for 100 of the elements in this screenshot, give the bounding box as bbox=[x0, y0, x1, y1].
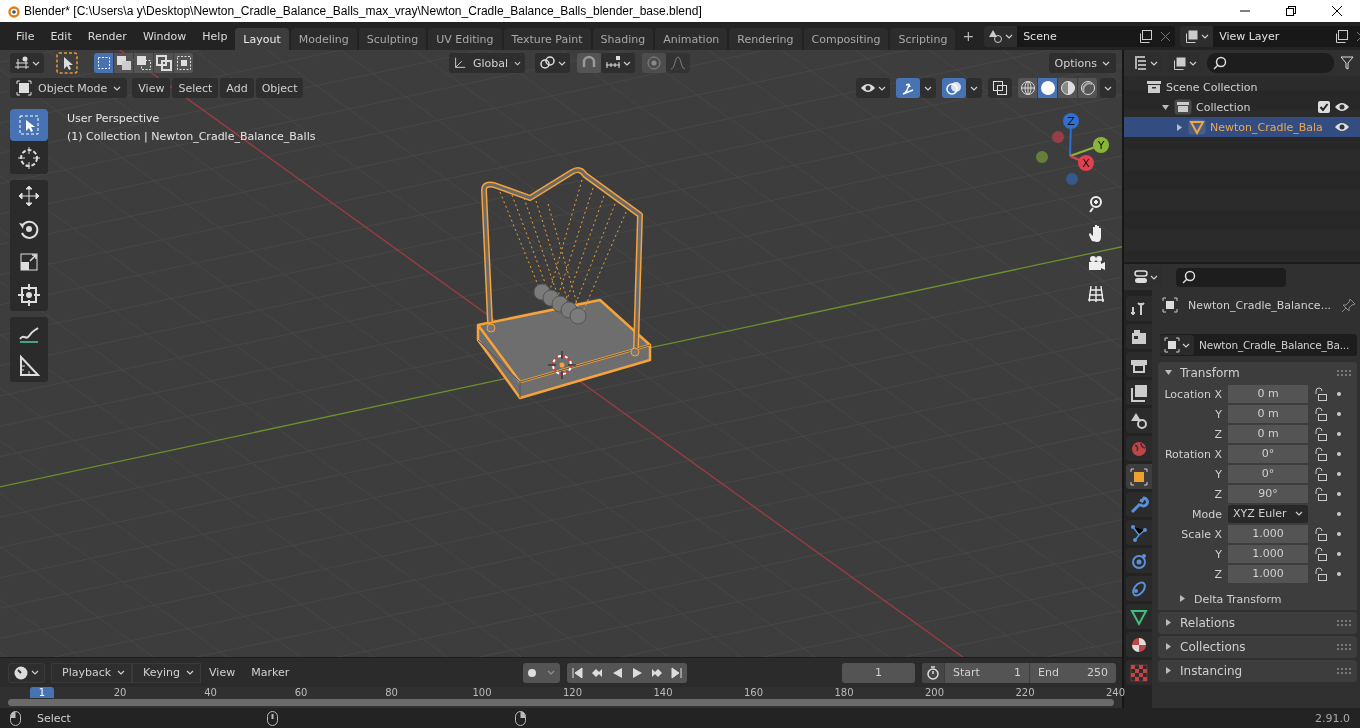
previous-keyframe-icon[interactable] bbox=[591, 666, 604, 679]
properties-tab[interactable] bbox=[1126, 492, 1152, 517]
overlays-dropdown[interactable] bbox=[966, 78, 982, 98]
properties-tab[interactable] bbox=[1126, 548, 1152, 573]
play-icon[interactable] bbox=[631, 666, 644, 679]
lock-icon[interactable] bbox=[1312, 567, 1328, 581]
workspace-tab[interactable]: Modeling bbox=[290, 28, 357, 50]
pivot-dropdown[interactable] bbox=[10, 53, 44, 73]
lock-icon[interactable] bbox=[1312, 407, 1328, 421]
selection-mode-button[interactable] bbox=[154, 53, 173, 73]
next-keyframe-icon[interactable] bbox=[651, 666, 664, 679]
menu-item[interactable]: Render bbox=[79, 29, 135, 43]
workspace-tab[interactable]: Layout bbox=[235, 28, 289, 50]
shading-mode-button[interactable] bbox=[1038, 78, 1057, 98]
cradle-model-drawing[interactable] bbox=[476, 167, 652, 400]
keyframe-dot[interactable] bbox=[1337, 412, 1341, 416]
mode-dropdown[interactable]: XYZ Euler bbox=[1228, 504, 1308, 524]
keyframe-dot[interactable] bbox=[1337, 392, 1341, 396]
menu-item[interactable]: Add bbox=[220, 78, 254, 98]
close-icon[interactable] bbox=[1332, 6, 1342, 16]
menu-item[interactable]: Marker bbox=[243, 666, 298, 679]
gizmo-toggle[interactable] bbox=[896, 78, 920, 98]
eye-icon[interactable] bbox=[1334, 120, 1350, 134]
selection-mode-button[interactable] bbox=[174, 53, 193, 73]
drag-handle-icon[interactable] bbox=[1337, 644, 1352, 650]
lock-icon[interactable] bbox=[1312, 427, 1328, 441]
lock-icon[interactable] bbox=[1312, 467, 1328, 481]
keyframe-dot[interactable] bbox=[1337, 512, 1341, 516]
menu-item[interactable]: View bbox=[132, 78, 171, 98]
outliner-row[interactable]: Newton_Cradle_Bala bbox=[1124, 117, 1360, 137]
navigation-gizmo[interactable]: Z Y X bbox=[1036, 113, 1109, 185]
disclosure-triangle-icon[interactable] bbox=[1164, 666, 1173, 675]
lock-icon[interactable] bbox=[1312, 527, 1328, 541]
panel-header[interactable]: Instancing bbox=[1158, 660, 1358, 682]
add-workspace-button[interactable]: + bbox=[957, 28, 980, 44]
properties-tab[interactable] bbox=[1126, 576, 1152, 601]
menu-item[interactable]: Object bbox=[255, 78, 304, 98]
gizmo-dropdown[interactable] bbox=[920, 78, 936, 98]
properties-tab[interactable] bbox=[1126, 296, 1152, 321]
disclosure-triangle-icon[interactable] bbox=[1164, 368, 1173, 377]
drag-handle-icon[interactable] bbox=[1337, 668, 1352, 674]
pivot-point-dropdown[interactable] bbox=[535, 53, 570, 73]
play-reverse-icon[interactable] bbox=[611, 666, 624, 679]
number-field[interactable]: 1.000 bbox=[1228, 524, 1308, 544]
drag-handle-icon[interactable] bbox=[1337, 370, 1352, 376]
selection-mode-button[interactable] bbox=[94, 53, 113, 73]
panel-header[interactable]: Transform bbox=[1158, 362, 1358, 384]
lock-icon[interactable] bbox=[1312, 447, 1328, 461]
orientation-dropdown[interactable]: Global bbox=[449, 53, 525, 73]
editor-type-dropdown[interactable] bbox=[8, 662, 45, 683]
number-field[interactable]: 0 m bbox=[1228, 404, 1308, 424]
xray-toggle[interactable] bbox=[988, 78, 1012, 98]
overlays-toggle[interactable] bbox=[942, 78, 966, 98]
duplicate-icon[interactable] bbox=[1334, 28, 1350, 44]
properties-tab[interactable] bbox=[1126, 324, 1152, 349]
keyframe-dot[interactable] bbox=[1337, 532, 1341, 536]
menu-item[interactable]: View bbox=[201, 666, 244, 679]
lock-icon[interactable] bbox=[1312, 387, 1328, 401]
pin-icon[interactable] bbox=[1341, 297, 1358, 313]
properties-tab[interactable] bbox=[1126, 380, 1152, 405]
end-frame-field[interactable]: End 250 bbox=[1030, 662, 1116, 683]
current-frame-field[interactable]: 1 bbox=[842, 662, 915, 683]
workspace-tab[interactable]: UV Editing bbox=[428, 28, 502, 50]
playhead-frame-indicator[interactable]: 1 bbox=[30, 687, 54, 698]
proportional-editing-toggle[interactable] bbox=[642, 53, 666, 73]
properties-tab[interactable] bbox=[1126, 604, 1152, 629]
outliner-row[interactable]: Collection bbox=[1124, 97, 1360, 117]
maximize-icon[interactable] bbox=[1286, 6, 1296, 16]
checked-checkbox-icon[interactable] bbox=[1318, 101, 1330, 113]
number-field[interactable]: 0 m bbox=[1228, 384, 1308, 404]
menu-dropdown[interactable]: Keying bbox=[132, 662, 202, 683]
number-field[interactable]: 0° bbox=[1228, 464, 1308, 484]
disclosure-triangle-icon[interactable] bbox=[1178, 593, 1187, 603]
properties-tab[interactable] bbox=[1126, 352, 1152, 377]
drag-handle-icon[interactable] bbox=[1337, 620, 1352, 626]
number-field[interactable]: 90° bbox=[1228, 484, 1308, 504]
axis-handle[interactable]: X bbox=[1078, 155, 1094, 171]
number-field[interactable]: 0° bbox=[1228, 444, 1308, 464]
workspace-tab[interactable]: Animation bbox=[655, 28, 728, 50]
disclosure-triangle-icon[interactable] bbox=[1164, 618, 1173, 627]
jump-start-icon[interactable] bbox=[571, 666, 584, 679]
scene-type-dropdown[interactable] bbox=[984, 25, 1018, 47]
jump-end-icon[interactable] bbox=[671, 666, 684, 679]
visibility-dropdown[interactable] bbox=[856, 78, 890, 98]
number-field[interactable]: 0 m bbox=[1228, 424, 1308, 444]
keyframe-dot[interactable] bbox=[1337, 472, 1341, 476]
shading-dropdown[interactable] bbox=[1100, 78, 1116, 98]
workspace-tab[interactable]: Shading bbox=[592, 28, 654, 50]
shading-mode-button[interactable] bbox=[1018, 78, 1037, 98]
panel-header[interactable]: Relations bbox=[1158, 612, 1358, 634]
keyframe-dot[interactable] bbox=[1337, 572, 1341, 576]
view-layer-type-dropdown[interactable] bbox=[1180, 25, 1214, 47]
panel-header[interactable]: Collections bbox=[1158, 636, 1358, 658]
tool-button[interactable] bbox=[10, 109, 48, 141]
keyframe-dot[interactable] bbox=[1337, 552, 1341, 556]
select-box-tool-icon[interactable] bbox=[56, 52, 78, 74]
outliner-row[interactable]: Scene Collection bbox=[1124, 77, 1360, 97]
preview-range-toggle[interactable] bbox=[922, 662, 945, 683]
workspace-tab[interactable]: Rendering bbox=[729, 28, 802, 50]
number-field[interactable]: 1.000 bbox=[1228, 564, 1308, 584]
